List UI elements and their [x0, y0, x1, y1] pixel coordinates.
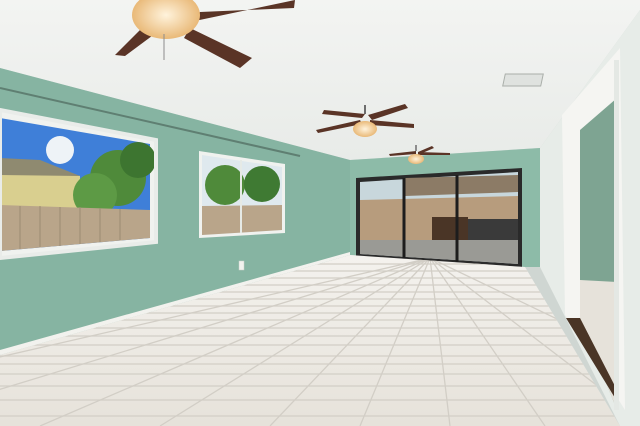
room-illustration [0, 0, 640, 426]
middle-window [199, 151, 285, 238]
ceiling-vent [502, 73, 544, 87]
wall-outlet [238, 260, 245, 271]
room-photo [0, 0, 640, 426]
sliding-door [356, 168, 522, 267]
